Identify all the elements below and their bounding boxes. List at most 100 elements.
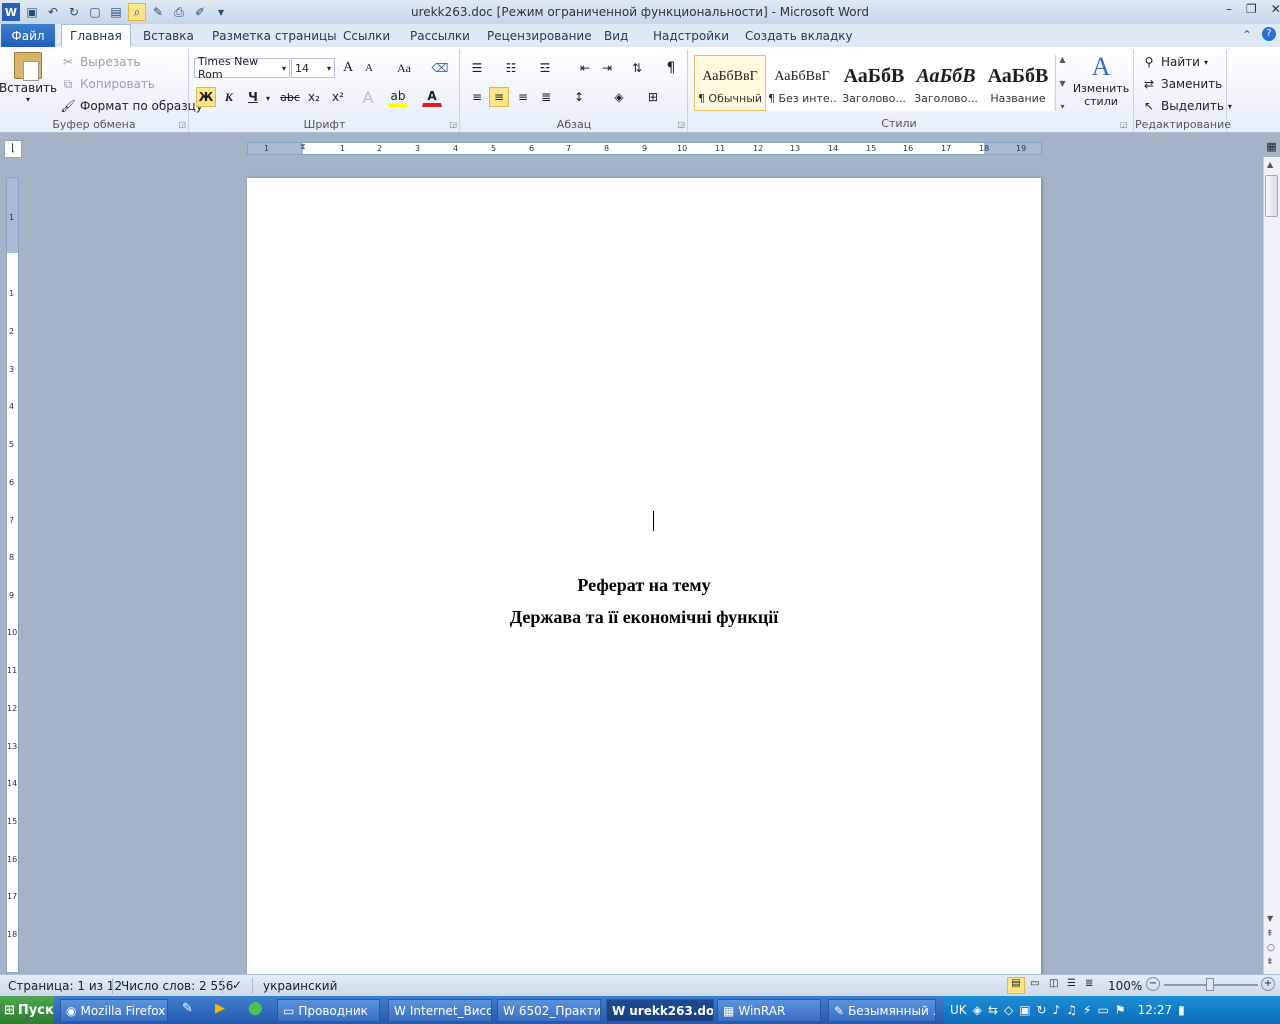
close-icon[interactable]: ✕	[1271, 2, 1280, 16]
multilevel-list-icon[interactable]: ☲	[535, 58, 555, 78]
subscript-icon[interactable]: x₂	[304, 87, 324, 107]
tab-insert[interactable]: Вставка	[135, 24, 202, 47]
display-icon[interactable]: ▭	[1097, 1003, 1108, 1017]
tab-create[interactable]: Создать вкладку	[737, 24, 861, 47]
dialog-launcher-icon[interactable]: ◲	[178, 120, 186, 129]
restore-icon[interactable]: ❐	[1246, 2, 1257, 16]
chevron-down-icon[interactable]: ▼	[1059, 79, 1065, 88]
action-center-icon[interactable]: ⚑	[1115, 1003, 1126, 1017]
superscript-icon[interactable]: x²	[328, 87, 348, 107]
volume-icon[interactable]: ♪	[1053, 1003, 1061, 1017]
zoom-thumb[interactable]	[1206, 978, 1214, 991]
underline-button[interactable]: Ч	[243, 87, 263, 107]
page-count[interactable]: Страница: 1 из 12	[8, 979, 122, 993]
format-painter-button[interactable]: 🖌 Формат по образцу	[60, 98, 203, 114]
word-count[interactable]: Число слов: 2 556	[121, 979, 233, 993]
print-layout-icon[interactable]: ▤	[1007, 977, 1025, 994]
numbering-icon[interactable]: ☷	[501, 58, 521, 78]
style-title[interactable]: АаБбВ Название	[982, 55, 1054, 111]
print-preview-icon[interactable]: ⌕	[128, 3, 146, 21]
language-indicator[interactable]: UK	[950, 1003, 967, 1017]
chevron-down-icon[interactable]: ▾	[266, 94, 270, 103]
styles-scroll[interactable]: ▲ ▼ ▾	[1055, 55, 1069, 111]
taskbar-word-internet[interactable]: WInternet_Висо...	[388, 999, 492, 1022]
change-case-button[interactable]: Aa	[390, 58, 418, 78]
horizontal-ruler[interactable]: ⧗ 1 1 2 3 4 5 6 7 8 9 10 11 12 13 14 15 …	[247, 142, 1042, 155]
chevron-down-icon[interactable]: ▼	[1267, 914, 1273, 923]
dialog-launcher-icon[interactable]: ◲	[677, 120, 685, 129]
chevron-down-icon[interactable]: ▾	[327, 64, 331, 73]
tab-review[interactable]: Рецензирование	[479, 24, 600, 47]
power-icon[interactable]: ⚡	[1083, 1003, 1091, 1017]
font-name-combo[interactable]: Times New Rom ▾	[194, 55, 290, 81]
zoom-level[interactable]: 100%	[1108, 979, 1142, 993]
full-screen-icon[interactable]: ▭	[1030, 978, 1039, 989]
line-spacing-icon[interactable]: ↕	[569, 87, 589, 107]
start-button[interactable]: ⊞ Пуск	[0, 996, 54, 1024]
font-color-icon[interactable]: A	[422, 87, 442, 107]
open-icon[interactable]: ▤	[107, 3, 125, 21]
taskbar-word-6502[interactable]: W6502_Практи...	[497, 999, 601, 1022]
style-heading-1[interactable]: АаБбВ Заголово...	[838, 55, 910, 111]
dialog-launcher-icon[interactable]: ◲	[449, 120, 457, 129]
undo-icon[interactable]: ↶	[44, 3, 62, 21]
word-icon[interactable]: W	[2, 3, 20, 21]
cut-button[interactable]: ✂ Вырезать	[60, 54, 141, 70]
chevron-down-icon[interactable]: ▾	[282, 64, 286, 73]
tab-home[interactable]: Главная	[61, 24, 131, 47]
text-effects-icon[interactable]: A	[358, 87, 378, 107]
borders-icon[interactable]: ⊞	[643, 87, 663, 107]
clear-format-icon[interactable]: ⌫	[430, 58, 450, 78]
decrease-indent-icon[interactable]: ⇤	[575, 58, 595, 78]
vertical-scrollbar[interactable]: ▲ ▼ ⇞ ○ ⇟	[1263, 157, 1280, 974]
replace-button[interactable]: ⇄ Заменить	[1141, 76, 1222, 92]
shrink-font-button[interactable]: A	[359, 58, 379, 78]
language[interactable]: украинский	[263, 979, 337, 993]
zoom-in-icon[interactable]: +	[1261, 977, 1275, 991]
quicklaunch-icon[interactable]: ✎	[182, 1001, 193, 1016]
torrent-icon[interactable]: ⬤	[248, 1001, 263, 1016]
minimize-ribbon-icon[interactable]: ⌃	[1242, 28, 1252, 42]
shading-icon[interactable]: ◈	[609, 87, 629, 107]
antivirus-icon[interactable]: ◈	[973, 1003, 982, 1017]
chevron-up-icon[interactable]: ▲	[1267, 160, 1273, 169]
volume-alt-icon[interactable]: ♫	[1066, 1003, 1077, 1017]
taskbar-explorer[interactable]: ▭ Проводник	[277, 999, 380, 1022]
proofing-icon[interactable]: ✓	[232, 978, 242, 992]
tab-file[interactable]: Файл	[1, 24, 55, 47]
browse-object-icon[interactable]: ○	[1267, 943, 1275, 953]
vertical-ruler[interactable]: 1 1 2 3 4 5 6 7 8 9 10 11 12 13 14 15 16…	[6, 177, 19, 973]
minimize-icon[interactable]: –	[1226, 2, 1232, 16]
font-size-combo[interactable]: 14 ▾	[291, 58, 335, 78]
show-desktop-icon[interactable]: ▮	[1178, 1003, 1185, 1017]
align-center-icon[interactable]: ≡	[489, 87, 509, 107]
taskbar-word-urekk[interactable]: Wurekk263.do...	[606, 999, 714, 1022]
taskbar-paint[interactable]: ✎ Безымянный ...	[828, 999, 936, 1022]
edit-icon[interactable]: ✎	[149, 3, 167, 21]
indent-marker-icon[interactable]: ⧗	[300, 142, 306, 152]
find-button[interactable]: ⚲ Найти ▾	[1141, 54, 1208, 70]
safely-remove-icon[interactable]: ▣	[1019, 1003, 1030, 1017]
italic-button[interactable]: К	[219, 87, 239, 107]
zoom-out-icon[interactable]: −	[1146, 977, 1160, 991]
print-icon[interactable]: ⎙	[170, 3, 188, 21]
more-icon[interactable]: ▾	[1060, 102, 1064, 111]
draw-icon[interactable]: ✐	[191, 3, 209, 21]
help-icon[interactable]: ?	[1262, 27, 1276, 41]
previous-page-icon[interactable]: ⇞	[1266, 929, 1274, 939]
bullets-icon[interactable]: ☰	[467, 58, 487, 78]
paste-button[interactable]: Вставить ▾	[0, 52, 57, 104]
taskbar-firefox[interactable]: ◉ Mozilla Firefox	[60, 999, 168, 1022]
sort-icon[interactable]: ⇅	[627, 58, 647, 78]
tab-mailings[interactable]: Рассылки	[402, 24, 478, 47]
web-layout-icon[interactable]: ◫	[1049, 978, 1058, 989]
style-heading-2[interactable]: АаБбВ Заголово...	[910, 55, 982, 111]
next-page-icon[interactable]: ⇟	[1266, 957, 1274, 967]
pilcrow-icon[interactable]: ¶	[661, 58, 681, 78]
view-ruler-icon[interactable]: ▦	[1263, 140, 1280, 157]
clock[interactable]: 12:27	[1138, 1003, 1173, 1017]
style-no-spacing[interactable]: АаБбВвГ ¶ Без инте...	[766, 55, 838, 111]
taskbar-winrar[interactable]: ▦ WinRAR	[717, 999, 821, 1022]
tab-selector-icon[interactable]: ⌊	[4, 140, 22, 158]
customize-icon[interactable]: ▾	[212, 3, 230, 21]
